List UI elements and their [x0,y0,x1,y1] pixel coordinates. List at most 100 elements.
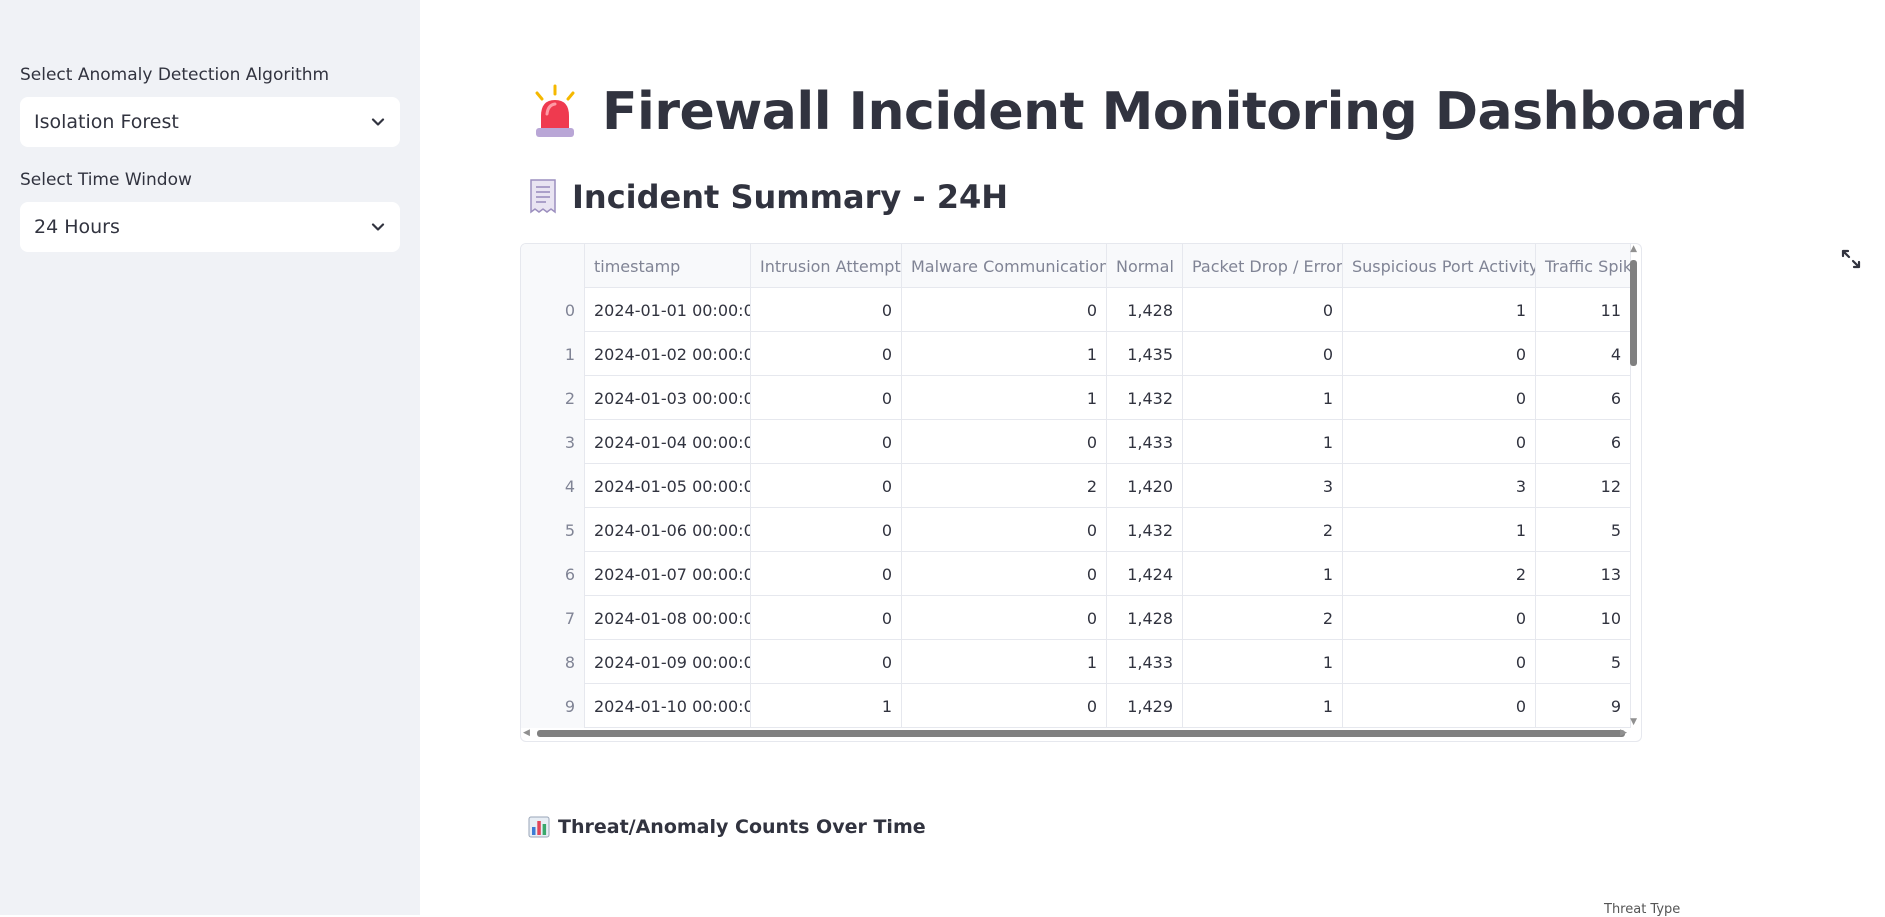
table-cell[interactable]: 13 [1536,552,1631,596]
table-cell[interactable]: 2024-01-07 00:00:00 [585,552,751,596]
table-cell[interactable]: 2 [1343,552,1536,596]
table-cell[interactable]: 1,424 [1107,552,1183,596]
table-cell[interactable]: 1 [1183,376,1343,420]
row-index[interactable]: 0 [521,288,585,332]
table-cell[interactable]: 0 [902,420,1107,464]
table-cell[interactable]: 5 [1536,508,1631,552]
column-header[interactable]: Intrusion Attempt [751,244,902,288]
table-cell[interactable]: 1 [1183,640,1343,684]
table-cell[interactable]: 2024-01-06 00:00:00 [585,508,751,552]
table-cell[interactable]: 1,432 [1107,376,1183,420]
scroll-up-arrow-icon[interactable]: ▲ [1630,245,1637,254]
table-cell[interactable]: 6 [1536,420,1631,464]
table-cell[interactable]: 2 [902,464,1107,508]
table-row[interactable]: 2 2024-01-03 00:00:00 0 1 1,432 1 0 6 [521,376,1631,420]
algorithm-select[interactable]: Isolation Forest [20,97,400,147]
row-index[interactable]: 6 [521,552,585,596]
table-cell[interactable]: 1 [1183,420,1343,464]
row-index[interactable]: 5 [521,508,585,552]
table-cell[interactable]: 0 [902,684,1107,728]
table-cell[interactable]: 2024-01-03 00:00:00 [585,376,751,420]
table-cell[interactable]: 2024-01-10 00:00:00 [585,684,751,728]
table-cell[interactable]: 2024-01-08 00:00:00 [585,596,751,640]
table-cell[interactable]: 0 [751,596,902,640]
column-header[interactable]: Packet Drop / Error [1183,244,1343,288]
table-cell[interactable]: 11 [1536,288,1631,332]
table-cell[interactable]: 3 [1183,464,1343,508]
table-cell[interactable]: 1 [1183,684,1343,728]
table-cell[interactable]: 3 [1343,464,1536,508]
row-index[interactable]: 3 [521,420,585,464]
table-cell[interactable]: 1 [902,332,1107,376]
table-cell[interactable]: 4 [1536,332,1631,376]
table-cell[interactable]: 1 [1343,508,1536,552]
table-cell[interactable]: 0 [1183,332,1343,376]
table-row[interactable]: 4 2024-01-05 00:00:00 0 2 1,420 3 3 12 [521,464,1631,508]
table-cell[interactable]: 0 [751,332,902,376]
table-cell[interactable]: 1,433 [1107,420,1183,464]
table-cell[interactable]: 1,433 [1107,640,1183,684]
table-cell[interactable]: 0 [751,464,902,508]
table-row[interactable]: 7 2024-01-08 00:00:00 0 0 1,428 2 0 10 [521,596,1631,640]
column-header[interactable]: Traffic Spike [1536,244,1631,288]
table-cell[interactable]: 10 [1536,596,1631,640]
vertical-scrollbar[interactable] [1630,260,1637,366]
table-cell[interactable]: 1,432 [1107,508,1183,552]
row-index[interactable]: 1 [521,332,585,376]
table-cell[interactable]: 0 [751,376,902,420]
table-cell[interactable]: 0 [751,640,902,684]
table-cell[interactable]: 0 [1183,288,1343,332]
row-index[interactable]: 7 [521,596,585,640]
table-cell[interactable]: 0 [1343,684,1536,728]
table-cell[interactable]: 0 [1343,420,1536,464]
horizontal-scrollbar[interactable] [537,730,1625,737]
column-header[interactable]: Normal [1107,244,1183,288]
column-header[interactable] [521,244,585,288]
table-cell[interactable]: 0 [1343,376,1536,420]
table-cell[interactable]: 1,428 [1107,596,1183,640]
scroll-right-arrow-icon[interactable]: ▶ [1620,729,1627,738]
table-cell[interactable]: 2024-01-04 00:00:00 [585,420,751,464]
table-cell[interactable]: 1 [1183,552,1343,596]
table-cell[interactable]: 0 [902,288,1107,332]
table-row[interactable]: 1 2024-01-02 00:00:00 0 1 1,435 0 0 4 [521,332,1631,376]
scroll-down-arrow-icon[interactable]: ▼ [1630,718,1637,727]
table-cell[interactable]: 0 [751,288,902,332]
scroll-left-arrow-icon[interactable]: ◀ [523,729,530,738]
table-cell[interactable]: 0 [1343,596,1536,640]
table-row[interactable]: 6 2024-01-07 00:00:00 0 0 1,424 1 2 13 [521,552,1631,596]
table-cell[interactable]: 1 [902,376,1107,420]
column-header[interactable]: timestamp [585,244,751,288]
table-cell[interactable]: 2024-01-09 00:00:00 [585,640,751,684]
table-row[interactable]: 8 2024-01-09 00:00:00 0 1 1,433 1 0 5 [521,640,1631,684]
table-row[interactable]: 3 2024-01-04 00:00:00 0 0 1,433 1 0 6 [521,420,1631,464]
table-cell[interactable]: 2024-01-01 00:00:00 [585,288,751,332]
table-cell[interactable]: 0 [902,508,1107,552]
table-cell[interactable]: 0 [902,552,1107,596]
time-window-select[interactable]: 24 Hours [20,202,400,252]
row-index[interactable]: 8 [521,640,585,684]
table-cell[interactable]: 5 [1536,640,1631,684]
column-header[interactable]: Suspicious Port Activity [1343,244,1536,288]
table-row[interactable]: 5 2024-01-06 00:00:00 0 0 1,432 2 1 5 [521,508,1631,552]
table-cell[interactable]: 0 [1343,332,1536,376]
row-index[interactable]: 2 [521,376,585,420]
table-cell[interactable]: 1,420 [1107,464,1183,508]
table-cell[interactable]: 12 [1536,464,1631,508]
row-index[interactable]: 9 [521,684,585,728]
table-cell[interactable]: 1,429 [1107,684,1183,728]
table-cell[interactable]: 0 [751,552,902,596]
row-index[interactable]: 4 [521,464,585,508]
table-cell[interactable]: 2024-01-02 00:00:00 [585,332,751,376]
table-cell[interactable]: 1,428 [1107,288,1183,332]
table-cell[interactable]: 1,435 [1107,332,1183,376]
table-cell[interactable]: 9 [1536,684,1631,728]
table-cell[interactable]: 0 [751,508,902,552]
table-cell[interactable]: 2 [1183,596,1343,640]
table-cell[interactable]: 0 [751,420,902,464]
table-cell[interactable]: 1 [902,640,1107,684]
table-cell[interactable]: 1 [1343,288,1536,332]
table-cell[interactable]: 1 [751,684,902,728]
fullscreen-icon[interactable] [1840,248,1862,270]
table-cell[interactable]: 2024-01-05 00:00:00 [585,464,751,508]
